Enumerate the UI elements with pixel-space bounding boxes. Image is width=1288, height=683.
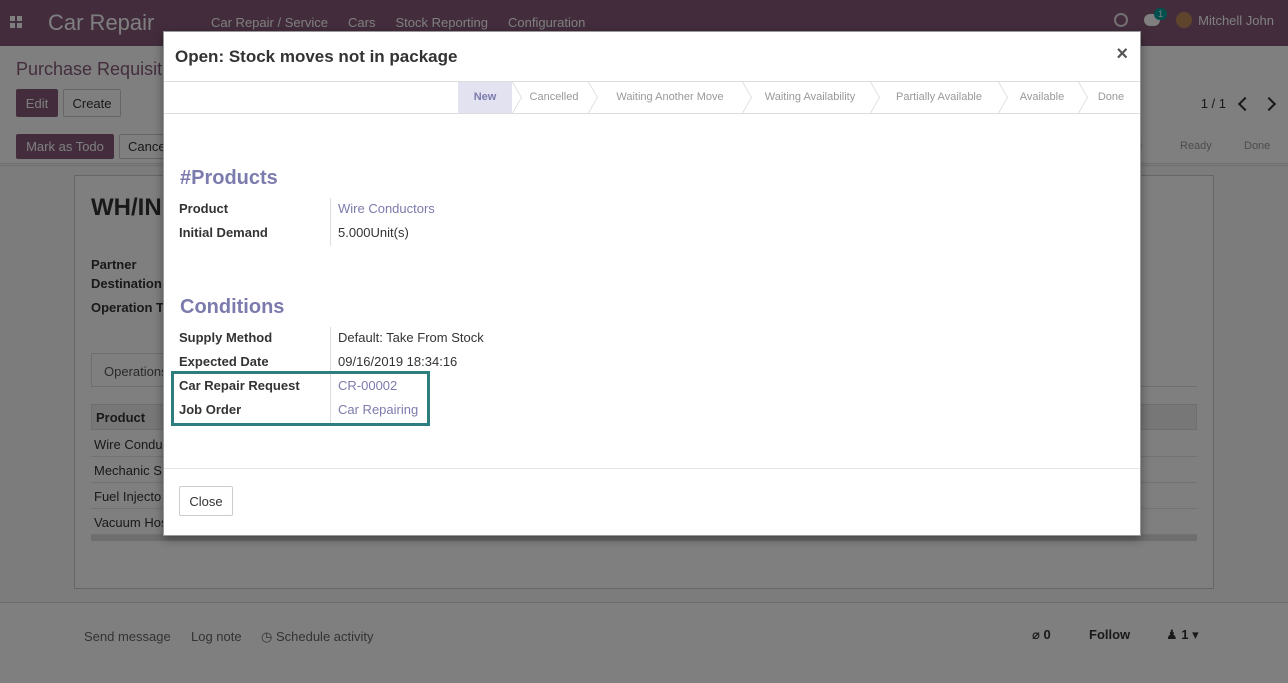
expected-date-label: Expected Date xyxy=(179,354,269,369)
product-link[interactable]: Wire Conductors xyxy=(338,201,435,216)
dialog-header: Open: Stock moves not in package × xyxy=(164,32,1140,81)
dialog-title: Open: Stock moves not in package xyxy=(175,47,458,66)
expected-date-value: 09/16/2019 18:34:16 xyxy=(338,354,458,369)
stage-available[interactable]: Available xyxy=(1006,82,1078,113)
dialog-footer: Close xyxy=(164,468,1140,536)
initial-demand-value: 5.000Unit(s) xyxy=(338,225,409,240)
close-icon[interactable]: × xyxy=(1116,43,1128,66)
highlight-box xyxy=(171,371,430,426)
close-button[interactable]: Close xyxy=(179,486,233,516)
stage-waiting-availability[interactable]: Waiting Availability xyxy=(750,82,870,113)
stage-partially-available[interactable]: Partially Available xyxy=(880,82,998,113)
stage-waiting-another-move[interactable]: Waiting Another Move xyxy=(598,82,742,113)
stage-new[interactable]: New xyxy=(458,82,512,113)
product-label: Product xyxy=(179,201,229,216)
supply-method-value: Default: Take From Stock xyxy=(338,330,484,345)
stage-done[interactable]: Done xyxy=(1086,82,1136,113)
stage-cancelled[interactable]: Cancelled xyxy=(520,82,588,113)
products-group-title: #Products xyxy=(180,167,278,189)
initial-demand-label: Initial Demand xyxy=(179,225,268,240)
products-divider xyxy=(330,198,331,246)
conditions-group-title: Conditions xyxy=(180,296,285,318)
supply-method-label: Supply Method xyxy=(179,330,273,345)
dialog-statusbar: New Cancelled Waiting Another Move Waiti… xyxy=(164,81,1140,114)
stock-move-dialog: Open: Stock moves not in package × New C… xyxy=(163,31,1141,536)
